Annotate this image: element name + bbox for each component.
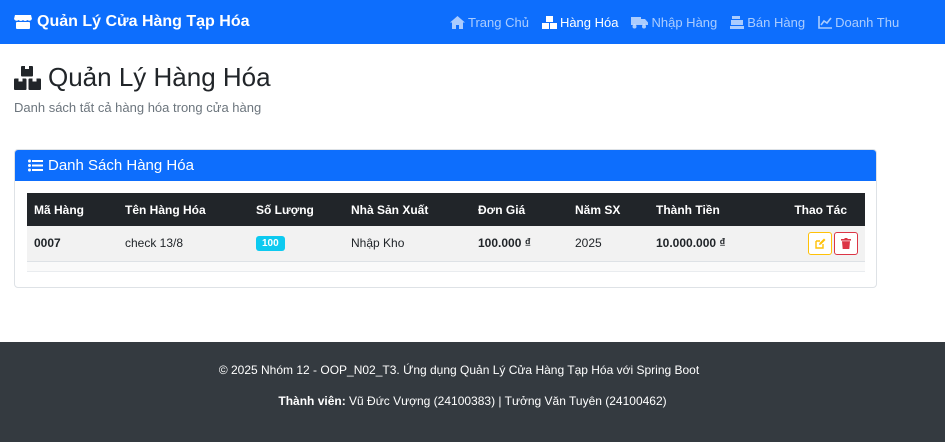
edit-icon <box>814 238 825 249</box>
cell-actions <box>777 226 865 262</box>
cell-name: check 13/8 <box>118 226 249 262</box>
footer-members: Thành viên: Vũ Đức Vượng (24100383) | Tư… <box>0 394 945 408</box>
page-title: Quản Lý Hàng Hóa <box>14 62 271 93</box>
col-thao-tac: Thao Tác <box>777 193 865 226</box>
col-nam-sx: Năm SX <box>568 193 649 226</box>
home-icon <box>450 15 465 29</box>
table-spacer-row <box>27 261 865 272</box>
cell-maker: Nhập Kho <box>344 226 471 262</box>
col-nha-san-xuat: Nhà Sản Xuất <box>344 193 471 226</box>
table-row: 0007 check 13/8 100 Nhập Kho 100.000 ₫ 2… <box>27 226 865 262</box>
quantity-badge: 100 <box>256 236 285 252</box>
delete-button[interactable] <box>834 231 858 255</box>
footer-members-label: Thành viên: <box>278 394 346 408</box>
list-icon <box>28 159 43 172</box>
brand-label: Quản Lý Cửa Hàng Tạp Hóa <box>37 13 250 30</box>
nav-item-trang-chu[interactable]: Trang Chủ <box>450 15 529 30</box>
chart-line-icon <box>818 15 833 29</box>
table-header-row: Mã Hàng Tên Hàng Hóa Số Lượng Nhà Sản Xu… <box>27 193 865 226</box>
cell-price: 100.000 ₫ <box>471 226 568 262</box>
nav-item-label: Bán Hàng <box>747 14 806 30</box>
page-title-text: Quản Lý Hàng Hóa <box>48 62 271 92</box>
cash-register-icon <box>730 15 745 29</box>
goods-list-card: Danh Sách Hàng Hóa Mã Hàng Tên Hàng Hóa … <box>14 149 877 288</box>
col-don-gia: Đơn Giá <box>471 193 568 226</box>
nav-item-nhap-hang[interactable]: Nhập Hàng <box>631 15 717 30</box>
card-title: Danh Sách Hàng Hóa <box>48 157 194 174</box>
footer-copyright: © 2025 Nhóm 12 - OOP_N02_T3. Ứng dụng Qu… <box>0 363 945 377</box>
store-icon <box>14 15 32 29</box>
edit-button[interactable] <box>808 231 832 255</box>
nav-item-label: Doanh Thu <box>835 14 900 30</box>
nav-item-label: Trang Chủ <box>468 14 529 30</box>
nav-item-hang-hoa[interactable]: Hàng Hóa <box>541 14 619 30</box>
page-subtitle: Danh sách tất cả hàng hóa trong cửa hàng <box>14 100 262 115</box>
nav-item-label: Hàng Hóa <box>559 14 619 30</box>
col-ma-hang: Mã Hàng <box>27 193 118 226</box>
footer-members-text: Vũ Đức Vượng (24100383) | Tưởng Văn Tuyê… <box>349 394 667 408</box>
boxes-icon <box>14 65 41 90</box>
goods-table: Mã Hàng Tên Hàng Hóa Số Lượng Nhà Sản Xu… <box>27 193 865 272</box>
footer: © 2025 Nhóm 12 - OOP_N02_T3. Ứng dụng Qu… <box>0 342 945 442</box>
cell-code: 0007 <box>27 226 118 262</box>
footer-copyright-text: © 2025 Nhóm 12 - OOP_N02_T3. Ứng dụng Qu… <box>218 363 700 377</box>
cell-total: 10.000.000 ₫ <box>649 226 777 262</box>
nav-menu: Trang Chủ Hàng Hóa Nhập Hàng Bán Hàng Do… <box>450 0 912 44</box>
trash-icon <box>841 237 851 249</box>
col-ten-hang-hoa: Tên Hàng Hóa <box>118 193 249 226</box>
cell-year: 2025 <box>568 226 649 262</box>
nav-item-doanh-thu[interactable]: Doanh Thu <box>818 15 899 30</box>
navbar: Quản Lý Cửa Hàng Tạp Hóa Trang Chủ Hàng … <box>0 0 945 44</box>
truck-icon <box>631 16 649 28</box>
cell-quantity: 100 <box>249 226 344 262</box>
nav-item-ban-hang[interactable]: Bán Hàng <box>730 15 805 30</box>
nav-item-label: Nhập Hàng <box>651 14 718 30</box>
brand[interactable]: Quản Lý Cửa Hàng Tạp Hóa <box>14 0 250 44</box>
boxes-icon <box>541 15 557 29</box>
col-so-luong: Số Lượng <box>249 193 344 226</box>
card-header: Danh Sách Hàng Hóa <box>15 150 876 181</box>
col-thanh-tien: Thành Tiền <box>649 193 777 226</box>
